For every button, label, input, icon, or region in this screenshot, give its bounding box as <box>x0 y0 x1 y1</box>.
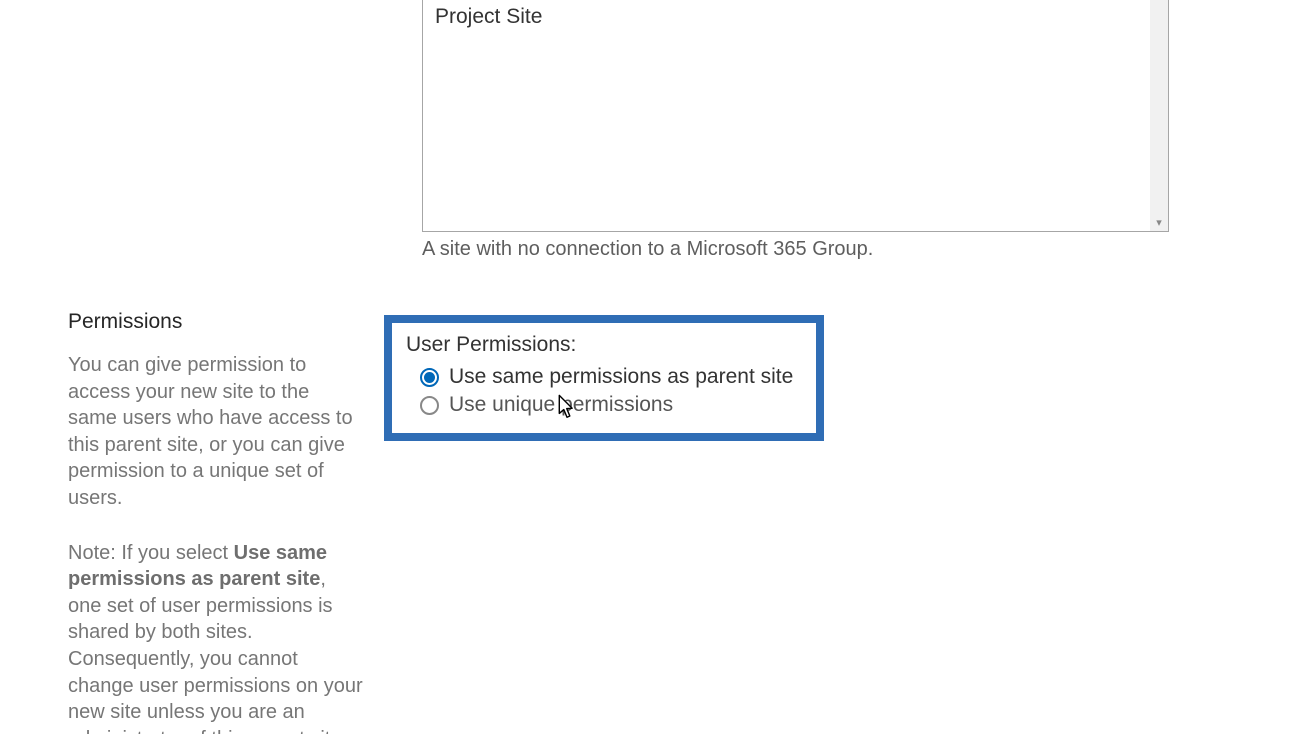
radio-same-permissions[interactable]: Use same permissions as parent site <box>420 365 802 389</box>
radio-button-unchecked-icon[interactable] <box>420 396 439 415</box>
permissions-description: You can give permission to access your n… <box>68 352 363 512</box>
note-suffix: , one set of user permissions is shared … <box>68 568 363 734</box>
scroll-down-arrow[interactable]: ▾ <box>1150 213 1168 231</box>
permissions-note: Note: If you select Use same permissions… <box>68 540 363 734</box>
template-description: A site with no connection to a Microsoft… <box>422 238 873 261</box>
radio-label: Use unique permissions <box>449 393 673 417</box>
note-prefix: Note: If you select <box>68 542 234 564</box>
scrollbar[interactable]: ▾ <box>1150 0 1168 231</box>
radio-button-checked-icon[interactable] <box>420 368 439 387</box>
user-permissions-highlight-box: User Permissions: Use same permissions a… <box>384 315 824 441</box>
permissions-heading: Permissions <box>68 310 363 334</box>
template-option[interactable]: Project Site <box>423 3 1168 31</box>
user-permissions-label: User Permissions: <box>406 333 802 357</box>
radio-unique-permissions[interactable]: Use unique permissions <box>420 393 802 417</box>
radio-label: Use same permissions as parent site <box>449 365 793 389</box>
template-listbox[interactable]: Team site (classic experience) Project S… <box>422 0 1169 232</box>
